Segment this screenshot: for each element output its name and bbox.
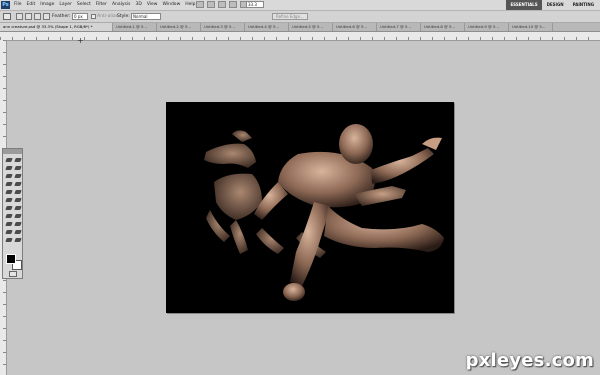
workspace-painting[interactable]: PAINTING (569, 0, 598, 10)
style-label: Style: (117, 14, 130, 19)
main-figure (254, 124, 444, 301)
type-tool-icon[interactable] (14, 213, 22, 219)
add-selection-icon[interactable] (25, 13, 32, 20)
foreground-color-swatch[interactable] (6, 254, 16, 264)
tab-untitled-9[interactable]: Untitled-9 @ 5... (465, 23, 509, 31)
menu-3d[interactable]: 3D (135, 2, 141, 7)
new-selection-icon[interactable] (16, 13, 23, 20)
brush-tool-icon[interactable] (14, 181, 22, 187)
bridge-icon[interactable] (196, 1, 204, 8)
clone-stamp-tool-icon[interactable] (5, 189, 13, 195)
lasso-tool-icon[interactable] (5, 165, 13, 171)
workspace-switcher: ESSENTIALS DESIGN PAINTING (506, 0, 598, 10)
document-tabs: ann creature.psd @ 33.3% (Shape 1, RGB/8… (0, 23, 600, 32)
path-select-tool-icon[interactable] (5, 221, 13, 227)
menu-select[interactable]: Select (77, 2, 91, 7)
tool-preset-icon[interactable] (3, 13, 11, 20)
pen-tool-icon[interactable] (5, 213, 13, 219)
gradient-tool-icon[interactable] (14, 197, 22, 203)
crosshair-cursor-icon: + (77, 36, 84, 45)
menu-list: File Edit Image Layer Select Filter Anal… (14, 2, 196, 7)
quick-select-tool-icon[interactable] (14, 165, 22, 171)
tab-untitled-3[interactable]: Untitled-3 @ 5... (201, 23, 245, 31)
menu-help[interactable]: Help (185, 2, 195, 7)
hand-tool-icon[interactable] (229, 1, 237, 8)
menu-analysis[interactable]: Analysis (112, 2, 131, 7)
workspace-design[interactable]: DESIGN (543, 0, 568, 10)
site-watermark: pxleyes.com (465, 350, 594, 371)
tab-untitled-4[interactable]: Untitled-4 @ 5... (245, 23, 289, 31)
intersect-selection-icon[interactable] (43, 13, 50, 20)
zoom-level-select[interactable]: 33.3 (246, 1, 264, 8)
document-canvas[interactable]: pxleyes.com (166, 102, 454, 313)
quick-mask-icon[interactable] (9, 271, 17, 277)
hand-tool-icon[interactable] (5, 237, 13, 243)
menu-bar: Ps File Edit Image Layer Select Filter A… (0, 0, 600, 11)
tab-active-document[interactable]: ann creature.psd @ 33.3% (Shape 1, RGB/8… (0, 23, 113, 31)
move-tool-icon[interactable] (5, 157, 13, 163)
shape-tool-icon[interactable] (14, 221, 22, 227)
subtract-selection-icon[interactable] (34, 13, 41, 20)
tab-untitled-2[interactable]: Untitled-2 @ 5... (157, 23, 201, 31)
antialias-label: Anti-alias (97, 14, 118, 19)
eyedropper-tool-icon[interactable] (14, 173, 22, 179)
options-bar: Feather: 0 px Anti-alias Style: Normal R… (0, 11, 600, 23)
photoshop-logo: Ps (1, 1, 10, 9)
dodge-tool-icon[interactable] (14, 205, 22, 211)
marquee-tool-icon[interactable] (14, 157, 22, 163)
horizontal-ruler[interactable] (0, 32, 600, 41)
menu-window[interactable]: Window (163, 2, 181, 7)
tools-panel (2, 148, 23, 279)
menu-view[interactable]: View (147, 2, 158, 7)
selection-mode-buttons (16, 13, 50, 20)
menu-file[interactable]: File (14, 2, 22, 7)
zoom-tool-icon[interactable] (14, 237, 22, 243)
menu-image[interactable]: Image (40, 2, 54, 7)
tool-grid (3, 154, 22, 243)
menu-filter[interactable]: Filter (96, 2, 107, 7)
3d-rotate-tool-icon[interactable] (5, 229, 13, 235)
canvas-artwork (204, 124, 444, 301)
antialias-checkbox[interactable] (91, 14, 96, 19)
tab-untitled-5[interactable]: Untitled-5 @ 5... (289, 23, 333, 31)
guides-icon[interactable] (218, 1, 226, 8)
tab-untitled-7[interactable]: Untitled-7 @ 5... (377, 23, 421, 31)
blur-tool-icon[interactable] (5, 205, 13, 211)
feather-input[interactable]: 0 px (72, 13, 88, 20)
history-brush-tool-icon[interactable] (14, 189, 22, 195)
tab-untitled-6[interactable]: Untitled-6 @ 5... (333, 23, 377, 31)
app-bar-tools (196, 1, 248, 8)
crop-tool-icon[interactable] (5, 173, 13, 179)
style-select[interactable]: Normal (131, 13, 161, 20)
3d-camera-tool-icon[interactable] (14, 229, 22, 235)
tab-untitled-10[interactable]: Untitled-10 @ 5... (509, 23, 553, 31)
refine-edge-button[interactable]: Refine Edge... (272, 13, 308, 20)
eraser-tool-icon[interactable] (5, 197, 13, 203)
healing-brush-tool-icon[interactable] (5, 181, 13, 187)
tab-untitled-8[interactable]: Untitled-8 @ 5... (421, 23, 465, 31)
menu-edit[interactable]: Edit (27, 2, 36, 7)
workspace-essentials[interactable]: ESSENTIALS (506, 0, 542, 10)
feather-label: Feather: (52, 14, 71, 19)
mini-bridge-icon[interactable] (207, 1, 215, 8)
menu-layer[interactable]: Layer (59, 2, 72, 7)
tab-untitled-1[interactable]: Untitled-1 @ 5... (113, 23, 157, 31)
